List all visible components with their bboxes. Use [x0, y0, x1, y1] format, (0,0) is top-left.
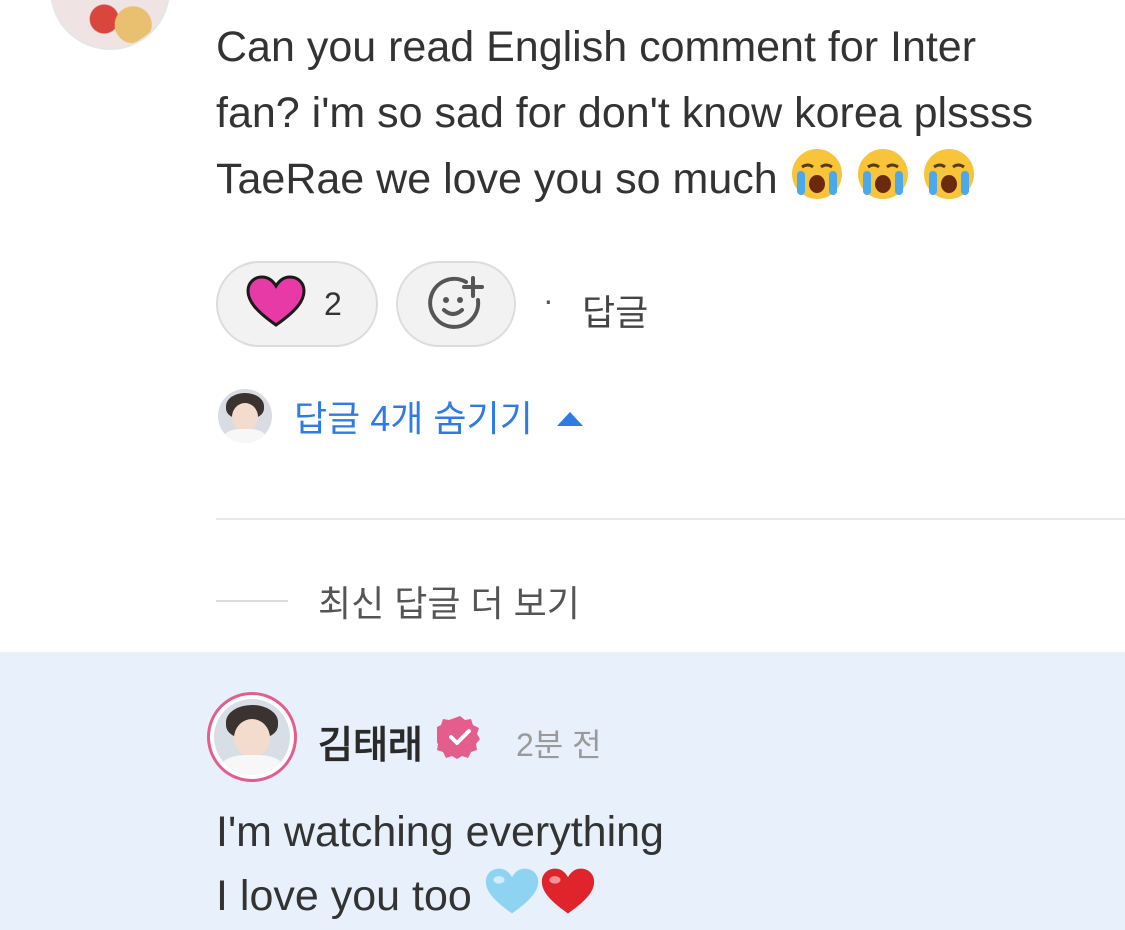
divider — [216, 518, 1125, 520]
author-reply-body: I'm watching everything I love you too — [216, 800, 1096, 930]
load-more-replies[interactable]: 최신 답글 더 보기 — [216, 575, 580, 627]
like-count: 2 — [324, 285, 342, 322]
heart-icon — [246, 274, 306, 334]
comment-thread: Can you read English comment for Inter f… — [0, 0, 1125, 930]
reply-line-2: I love you too — [216, 872, 472, 920]
caret-up-icon — [556, 412, 583, 426]
replier-avatar — [218, 389, 272, 443]
separator-dot: · — [543, 282, 554, 318]
light-blue-heart-icon — [484, 866, 540, 930]
hide-replies-toggle[interactable]: 답글 4개 숨기기 — [218, 387, 583, 445]
reply-timestamp: 2분 전 — [516, 727, 602, 763]
author-avatar[interactable] — [207, 692, 297, 782]
reply-button[interactable]: 답글 — [582, 284, 648, 336]
reply-line-1: I'm watching everything — [216, 808, 664, 856]
author-name[interactable]: 김태래 — [318, 714, 423, 769]
red-heart-icon — [540, 866, 596, 930]
add-emoji-icon — [426, 274, 486, 335]
more-line — [216, 600, 288, 602]
loudly-crying-face-icon — [922, 147, 976, 220]
add-reaction-button[interactable] — [396, 261, 516, 347]
loudly-crying-face-icon — [790, 147, 844, 220]
hide-replies-label: 답글 4개 숨기기 — [294, 398, 533, 439]
loudly-crying-face-icon — [856, 147, 910, 220]
commenter-avatar[interactable] — [50, 0, 170, 50]
load-more-label: 최신 답글 더 보기 — [318, 583, 580, 624]
comment-text: Can you read English comment for Inter f… — [216, 23, 1034, 203]
like-button[interactable]: 2 — [216, 261, 378, 347]
author-photo — [214, 699, 290, 775]
verified-badge-icon — [434, 714, 483, 760]
comment-body: Can you read English comment for Inter f… — [216, 14, 1116, 220]
